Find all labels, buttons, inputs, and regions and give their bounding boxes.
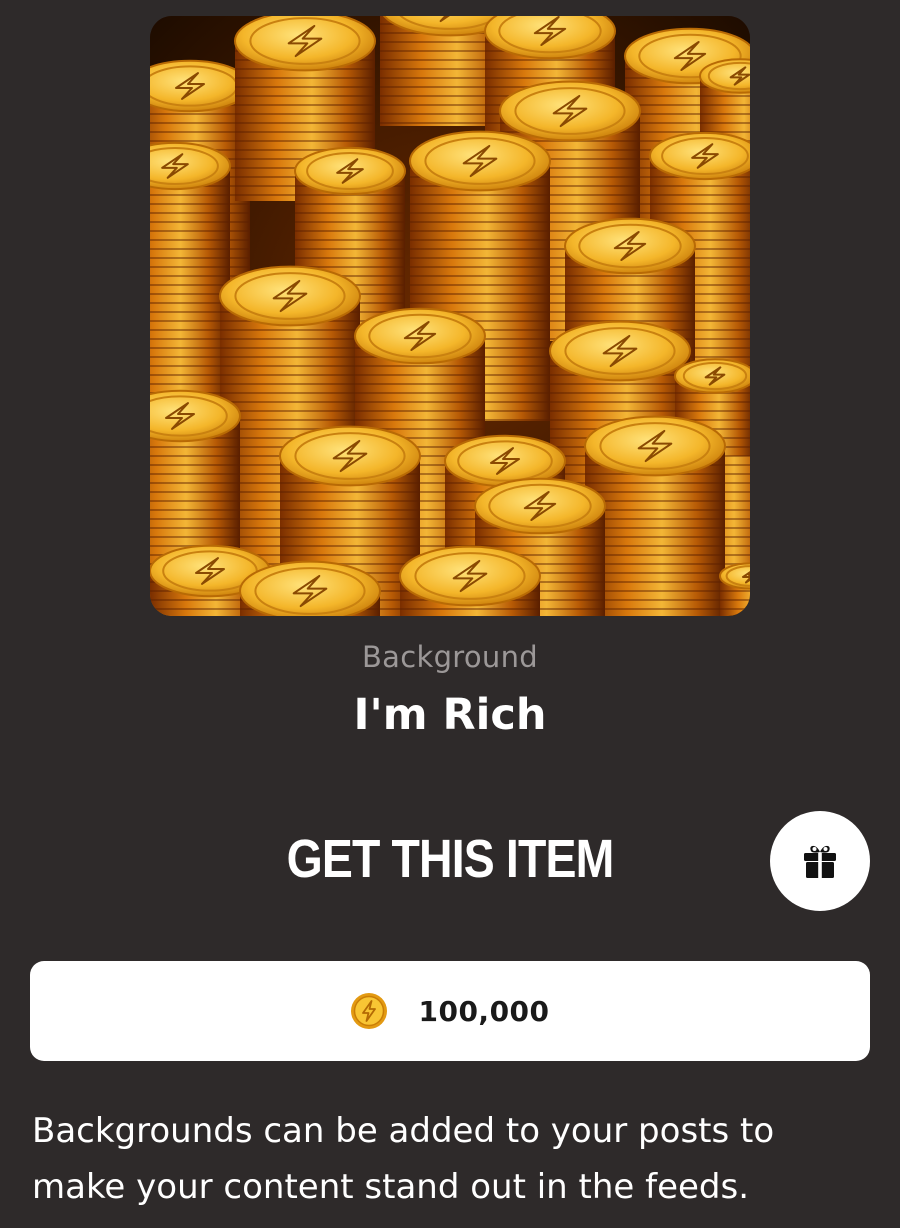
price-amount: 100,000: [418, 994, 550, 1028]
gold-coins-image: [150, 16, 750, 616]
item-title: I'm Rich: [353, 690, 547, 740]
item-detail-page: Background I'm Rich GET THIS ITEM 100,00…: [0, 0, 900, 1228]
gift-button[interactable]: [770, 811, 870, 911]
item-description: Backgrounds can be added to your posts t…: [32, 1111, 775, 1207]
gift-icon: [804, 845, 836, 878]
item-category: Background: [361, 640, 538, 674]
get-this-item-heading: GET THIS ITEM: [286, 829, 615, 889]
item-preview-image: [150, 16, 750, 616]
coin-icon: [351, 993, 388, 1029]
buy-with-coins-button[interactable]: 100,000: [30, 961, 870, 1061]
